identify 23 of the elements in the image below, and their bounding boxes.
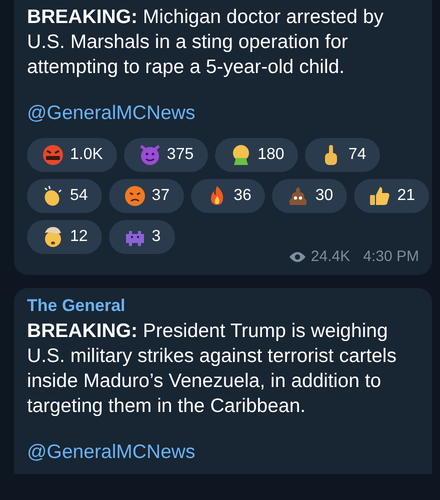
reaction-button[interactable]: 54 (27, 179, 102, 213)
reaction-button[interactable]: 375 (124, 138, 208, 172)
message-text: BREAKING: Michigan doctor arrested by U.S. Marshals in a sting operation for attempting to rape a 5-year-old child. (27, 5, 385, 80)
channel-link[interactable]: @GeneralMCNews (27, 440, 196, 462)
devil-face-icon (138, 143, 162, 167)
angry-face-icon (41, 143, 65, 167)
reaction-button[interactable]: 74 (305, 138, 380, 172)
reaction-button[interactable]: 21 (354, 179, 429, 213)
eye-icon (288, 251, 306, 264)
sender-name[interactable]: The General (27, 294, 419, 318)
thumbs-up-icon (368, 184, 392, 208)
reaction-button[interactable]: 12 (27, 220, 102, 254)
reaction-button[interactable]: 30 (272, 179, 348, 213)
reaction-button[interactable]: 180 (214, 138, 298, 172)
angry-face-icon (122, 184, 147, 208)
view-count: 24.4K (310, 247, 350, 267)
reaction-button[interactable]: 36 (190, 179, 266, 213)
message-time: 4:30 PM (363, 247, 419, 267)
message-text: BREAKING: President Trump is weighing U.S. military strikes against terrorist cartels inside Maduro’s Venezuela, in addition to targeting them in the Caribbean. (27, 318, 398, 418)
reaction-button[interactable]: 37 (108, 179, 184, 213)
reaction-button[interactable]: 3 (108, 220, 175, 254)
reaction-button[interactable]: 1.0K (27, 138, 117, 172)
channel-link[interactable]: @GeneralMCNews (27, 102, 196, 124)
